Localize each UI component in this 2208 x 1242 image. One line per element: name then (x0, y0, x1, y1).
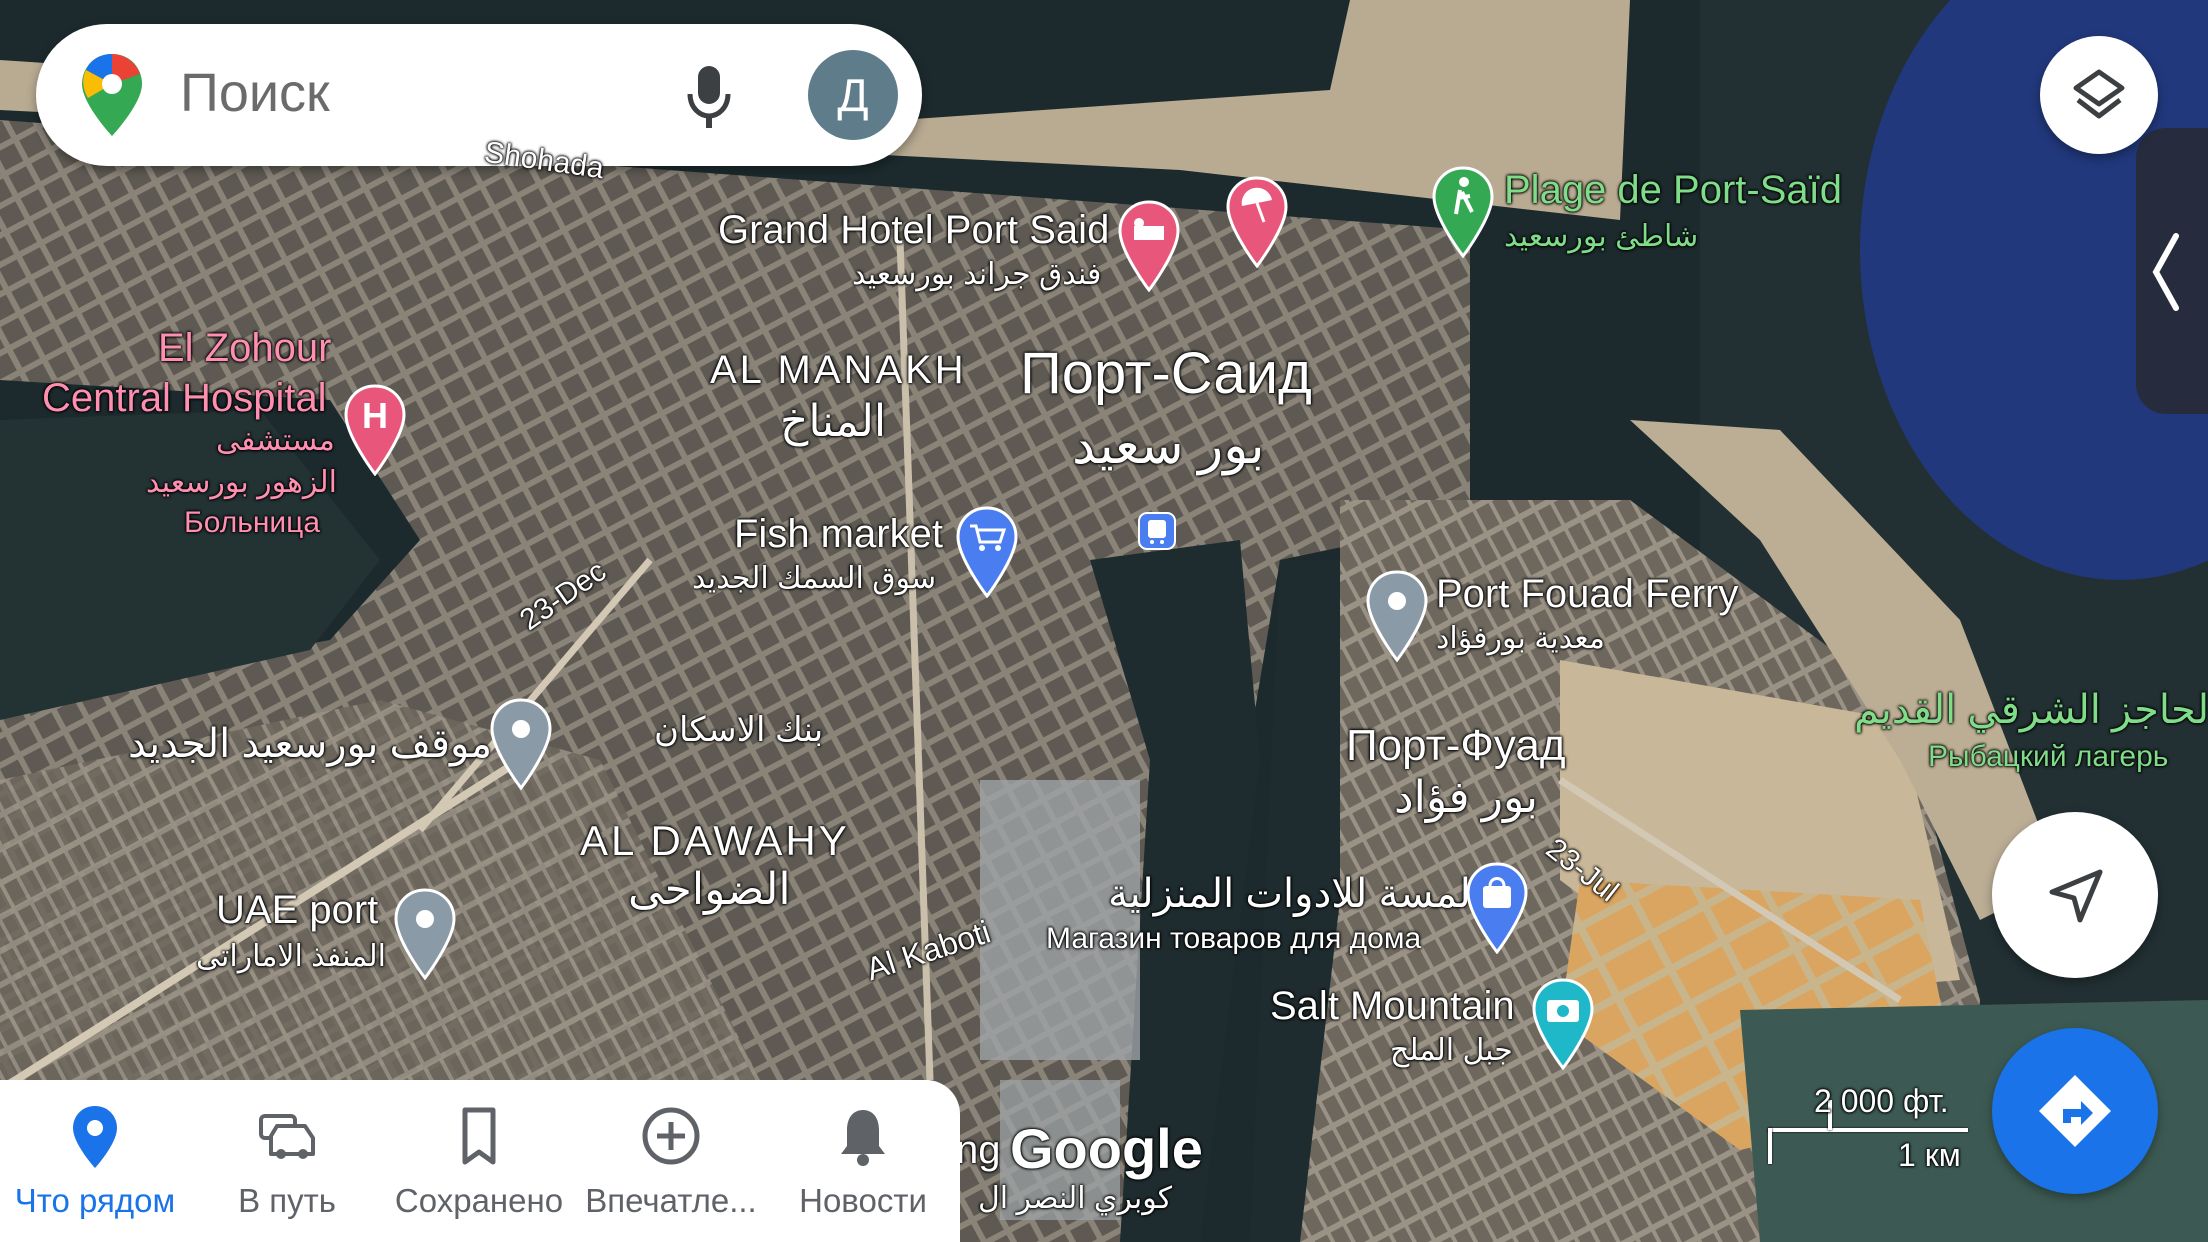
directions-button[interactable] (1992, 1028, 2158, 1194)
avatar[interactable]: Д (808, 50, 898, 140)
bank-label-ar[interactable]: بنك الاسكان (654, 711, 823, 749)
svg-text:H: H (362, 395, 388, 436)
uae-port-label[interactable]: UAE port (216, 888, 378, 932)
google-maps-logo-icon (82, 54, 142, 136)
add-circle-icon (642, 1107, 700, 1165)
district-label-manakh-ar: المناخ (780, 397, 887, 446)
bus-stop-label-ar[interactable]: موقف بورسعيد الجديد (128, 722, 492, 766)
search-input[interactable]: Поиск (180, 62, 330, 124)
search-bar[interactable]: Поиск Д (36, 24, 922, 166)
car-icon (259, 1114, 315, 1159)
uae-port-label-ar: المنفذ الاماراتى (196, 940, 386, 973)
district-label-dawahy: AL DAWAHY (580, 817, 850, 864)
district-label-dawahy-ar: الضواحى (628, 865, 791, 914)
store-pin-icon[interactable] (1466, 862, 1528, 954)
beach-pin-icon[interactable] (1226, 176, 1288, 268)
bookmark-icon (462, 1107, 496, 1165)
park-pin-icon[interactable] (1432, 166, 1494, 258)
fish-market-label-ar: سوق السمك الجديد (692, 562, 937, 595)
scale-feet-label: 2 000 фт. (1814, 1083, 1949, 1119)
tab-saved-label: Сохранено (394, 1182, 564, 1219)
tab-saved[interactable]: Сохранено (384, 1080, 574, 1242)
tab-go[interactable]: В путь (192, 1080, 382, 1242)
ferry-label-ar: معدية بورفؤاد (1436, 622, 1605, 655)
directions-icon (2039, 1075, 2111, 1147)
tab-updates-label: Новости (799, 1182, 927, 1219)
city-label: Порт-Саид (1020, 341, 1312, 406)
microphone-icon[interactable] (684, 64, 734, 130)
hospital-label-ar2: الزهور بورسعيد (146, 466, 337, 499)
town-label-fouad-ar: بور فؤاد (1394, 773, 1539, 822)
hospital-label-line2[interactable]: Central Hospital (42, 376, 327, 420)
plage-label-ar: شاطئ بورسعيد (1504, 220, 1699, 253)
ferry-pin-icon[interactable] (1366, 570, 1428, 662)
fish-market-label[interactable]: Fish market (734, 512, 943, 556)
hotel-label[interactable]: Grand Hotel Port Said (718, 208, 1109, 252)
photo-spot-pin-icon[interactable] (1532, 978, 1594, 1070)
layers-icon (2073, 69, 2125, 119)
bus-stop-pin-icon[interactable] (490, 698, 552, 790)
city-label-ar: بور سعيد (1072, 417, 1265, 475)
tab-go-label: В путь (238, 1182, 336, 1219)
bridge-label: ng (956, 1128, 1001, 1172)
tab-contribute[interactable]: Впечатле... (576, 1080, 766, 1242)
location-pin-icon (73, 1106, 117, 1168)
hospital-pin-icon[interactable]: H (344, 384, 406, 476)
scale-km-label: 1 км (1898, 1137, 1961, 1173)
salt-mountain-label-ar: جبل الملح (1390, 1034, 1513, 1067)
bottom-navigation: Что рядом В путь Сохранено Впечатле... Н… (0, 1080, 960, 1242)
chevron-left-icon (2152, 233, 2179, 311)
plage-label[interactable]: Plage de Port-Saïd (1504, 168, 1842, 212)
scale-bar: 2 000 фт. 1 км (1768, 1083, 1968, 1173)
tab-contribute-label: Впечатле... (585, 1182, 757, 1219)
transit-station-icon[interactable] (1138, 512, 1176, 550)
google-logo: Google (1010, 1117, 1203, 1180)
bell-icon (841, 1110, 885, 1166)
home-store-label[interactable]: Магазин товаров для дома (1046, 922, 1421, 955)
hospital-label-ar1: مستشفى (216, 424, 335, 457)
ferry-label[interactable]: Port Fouad Ferry (1436, 572, 1738, 616)
tab-explore[interactable]: Что рядом (0, 1080, 190, 1242)
satellite-map[interactable] (0, 0, 2208, 1242)
hospital-label-ru: Больница (184, 506, 321, 539)
district-label-manakh: AL MANAKH (710, 348, 967, 392)
town-label-fouad: Порт-Фуад (1346, 721, 1566, 770)
hotel-pin-icon[interactable] (1118, 200, 1180, 292)
layers-button[interactable] (2040, 36, 2158, 154)
home-store-label-ar[interactable]: لمسة للادوات المنزلية (1108, 872, 1471, 916)
my-location-button[interactable] (1992, 812, 2158, 978)
tab-explore-label: Что рядом (14, 1182, 176, 1219)
uae-port-pin-icon[interactable] (394, 888, 456, 980)
tab-updates[interactable]: Новости (768, 1080, 958, 1242)
fishing-camp-label-ar[interactable]: الحاجز الشرقي القديم (1854, 688, 2208, 732)
navigation-arrow-icon (2049, 869, 2103, 923)
salt-mountain-label[interactable]: Salt Mountain (1270, 984, 1515, 1028)
shopping-pin-icon[interactable] (956, 506, 1018, 598)
bridge-label-ar: كوبري النصر ال (978, 1182, 1173, 1215)
hospital-label-line1[interactable]: El Zohour (158, 326, 331, 370)
fishing-camp-label[interactable]: Рыбацкий лагерь (1928, 740, 2168, 773)
hotel-label-ar: فندق جراند بورسعيد (852, 258, 1102, 291)
side-panel-handle[interactable] (2136, 128, 2208, 414)
